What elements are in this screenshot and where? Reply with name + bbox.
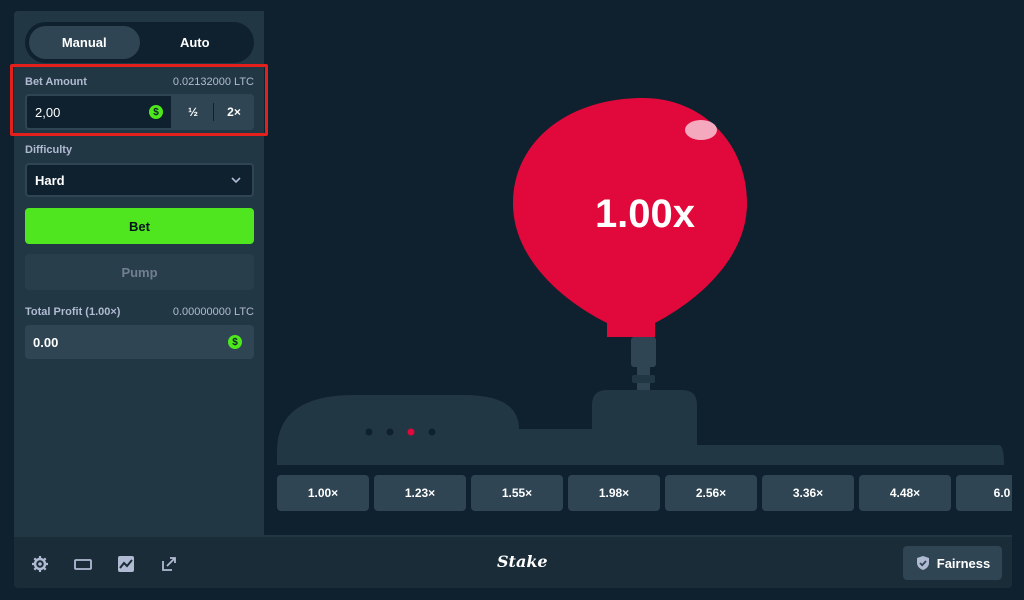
bet-amount-label: Bet Amount (25, 76, 87, 88)
stake-logo: Stake (497, 552, 548, 571)
total-profit-crypto: 0.00000000 LTC (172, 306, 254, 318)
game-area: 1.00x 1.00× 1.23× 1.55× 1.98× 2.56× 3.36… (264, 11, 1012, 535)
half-bet-button[interactable]: ½ (173, 94, 213, 130)
multiplier-pill: 1.55× (471, 475, 563, 511)
multiplier-pill: 1.23× (374, 475, 466, 511)
bet-amount-input[interactable] (35, 104, 149, 120)
total-profit-label: Total Profit (1.00×) (25, 306, 121, 318)
gear-icon[interactable] (30, 554, 50, 574)
total-profit-field: 0.00 $ (25, 325, 254, 359)
pump-scene (277, 98, 1004, 465)
pump-nozzle (631, 337, 656, 367)
manual-tab[interactable]: Manual (29, 26, 140, 59)
bet-sidebar: Manual Auto Bet Amount 0.02132000 LTC $ … (14, 11, 264, 535)
bet-amount-input-wrap: $ (25, 94, 173, 130)
multiplier-bar: 1.00× 1.23× 1.55× 1.98× 2.56× 3.36× 4.48… (277, 475, 1012, 511)
dollar-coin-icon: $ (149, 105, 163, 119)
pump-dot (428, 428, 436, 436)
difficulty-selected: Hard (35, 172, 65, 188)
multiplier-pill: 1.98× (568, 475, 660, 511)
chevron-down-icon (231, 177, 241, 184)
pump-clamp (632, 375, 655, 383)
double-bet-button[interactable]: 2× (214, 94, 254, 130)
shield-check-icon (916, 556, 929, 570)
pump-dot (386, 428, 394, 436)
multiplier-pill: 1.00× (277, 475, 369, 511)
popout-icon[interactable] (159, 554, 179, 574)
game-footer: Stake Fairness (14, 535, 1012, 588)
auto-tab[interactable]: Auto (140, 26, 251, 59)
difficulty-label: Difficulty (25, 144, 73, 156)
multiplier-pill: 4.48× (859, 475, 951, 511)
game-frame: Manual Auto Bet Amount 0.02132000 LTC $ … (14, 11, 1012, 588)
bet-button[interactable]: Bet (25, 208, 254, 244)
balloon-multiplier: 1.00x (594, 192, 696, 236)
bet-amount-crypto: 0.02132000 LTC (172, 76, 254, 88)
theater-mode-icon[interactable] (73, 554, 93, 574)
multiplier-pill: 3.36× (762, 475, 854, 511)
stats-icon[interactable] (116, 554, 136, 574)
total-profit-value: 0.00 (33, 334, 59, 350)
pump-dot (365, 428, 373, 436)
multiplier-pill: 6.0 (956, 475, 1012, 511)
pump-button[interactable]: Pump (25, 254, 254, 290)
bet-amount-row: $ ½ 2× (25, 94, 254, 130)
fairness-button[interactable]: Fairness (903, 546, 1002, 580)
pump-dot-active (407, 428, 415, 436)
difficulty-select[interactable]: Hard (25, 163, 254, 197)
mode-toggle: Manual Auto (25, 22, 254, 63)
multiplier-pill: 2.56× (665, 475, 757, 511)
dollar-coin-icon: $ (228, 335, 242, 349)
fairness-label: Fairness (936, 555, 991, 571)
pump-base (277, 390, 1004, 465)
balloon-shine (685, 120, 717, 140)
